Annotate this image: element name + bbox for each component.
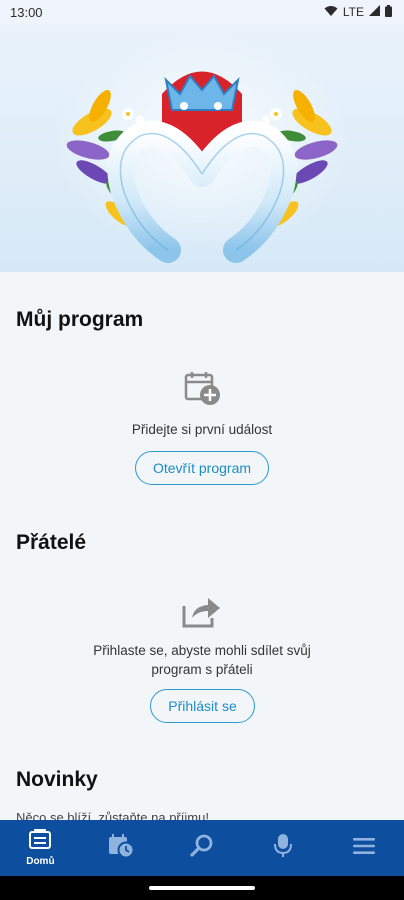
friends-title: Přátelé bbox=[16, 531, 87, 554]
status-bar: 13:00 LTE bbox=[0, 0, 404, 24]
network-type: LTE bbox=[342, 5, 364, 19]
search-icon bbox=[190, 834, 214, 863]
menu-icon bbox=[352, 837, 375, 860]
microphone-icon bbox=[273, 833, 292, 863]
status-icons: LTE bbox=[324, 4, 392, 20]
calendar-clock-icon bbox=[108, 833, 135, 863]
nav-search[interactable] bbox=[162, 820, 243, 876]
home-gesture-bar[interactable] bbox=[149, 886, 255, 890]
status-time: 13:00 bbox=[10, 4, 43, 20]
home-content[interactable]: Můj program Přidejte si první událost Ot… bbox=[0, 272, 404, 820]
nav-podcast[interactable] bbox=[242, 820, 323, 876]
nav-program[interactable] bbox=[81, 820, 162, 876]
nav-menu[interactable] bbox=[323, 820, 404, 876]
my-program-title: Můj program bbox=[16, 308, 144, 331]
wifi-icon bbox=[324, 5, 338, 20]
calendar-add-icon bbox=[184, 371, 222, 412]
share-icon bbox=[182, 594, 222, 633]
hero-banner bbox=[0, 24, 404, 272]
festival-logo-icon bbox=[52, 34, 352, 263]
home-list-icon bbox=[29, 829, 52, 854]
nav-home-label: Domů bbox=[26, 856, 55, 867]
nav-home[interactable]: Domů bbox=[0, 820, 81, 876]
my-program-empty-text: Přidejte si první událost bbox=[131, 422, 273, 437]
bottom-navigation: Domů bbox=[0, 820, 404, 876]
friends-empty-text-line1: Přihlaste se, abyste mohli sdílet svůj bbox=[93, 643, 311, 658]
signal-icon bbox=[369, 5, 380, 19]
login-button[interactable]: Přihlásit se bbox=[150, 689, 255, 723]
news-teaser: Něco se blíží, zůstaňte na příjmu! bbox=[16, 810, 209, 820]
friends-empty-text-line2: program s přáteli bbox=[151, 662, 253, 677]
system-gesture-area bbox=[0, 876, 404, 900]
battery-icon bbox=[385, 4, 392, 20]
news-title: Novinky bbox=[16, 768, 98, 791]
open-program-button[interactable]: Otevřít program bbox=[135, 451, 269, 485]
